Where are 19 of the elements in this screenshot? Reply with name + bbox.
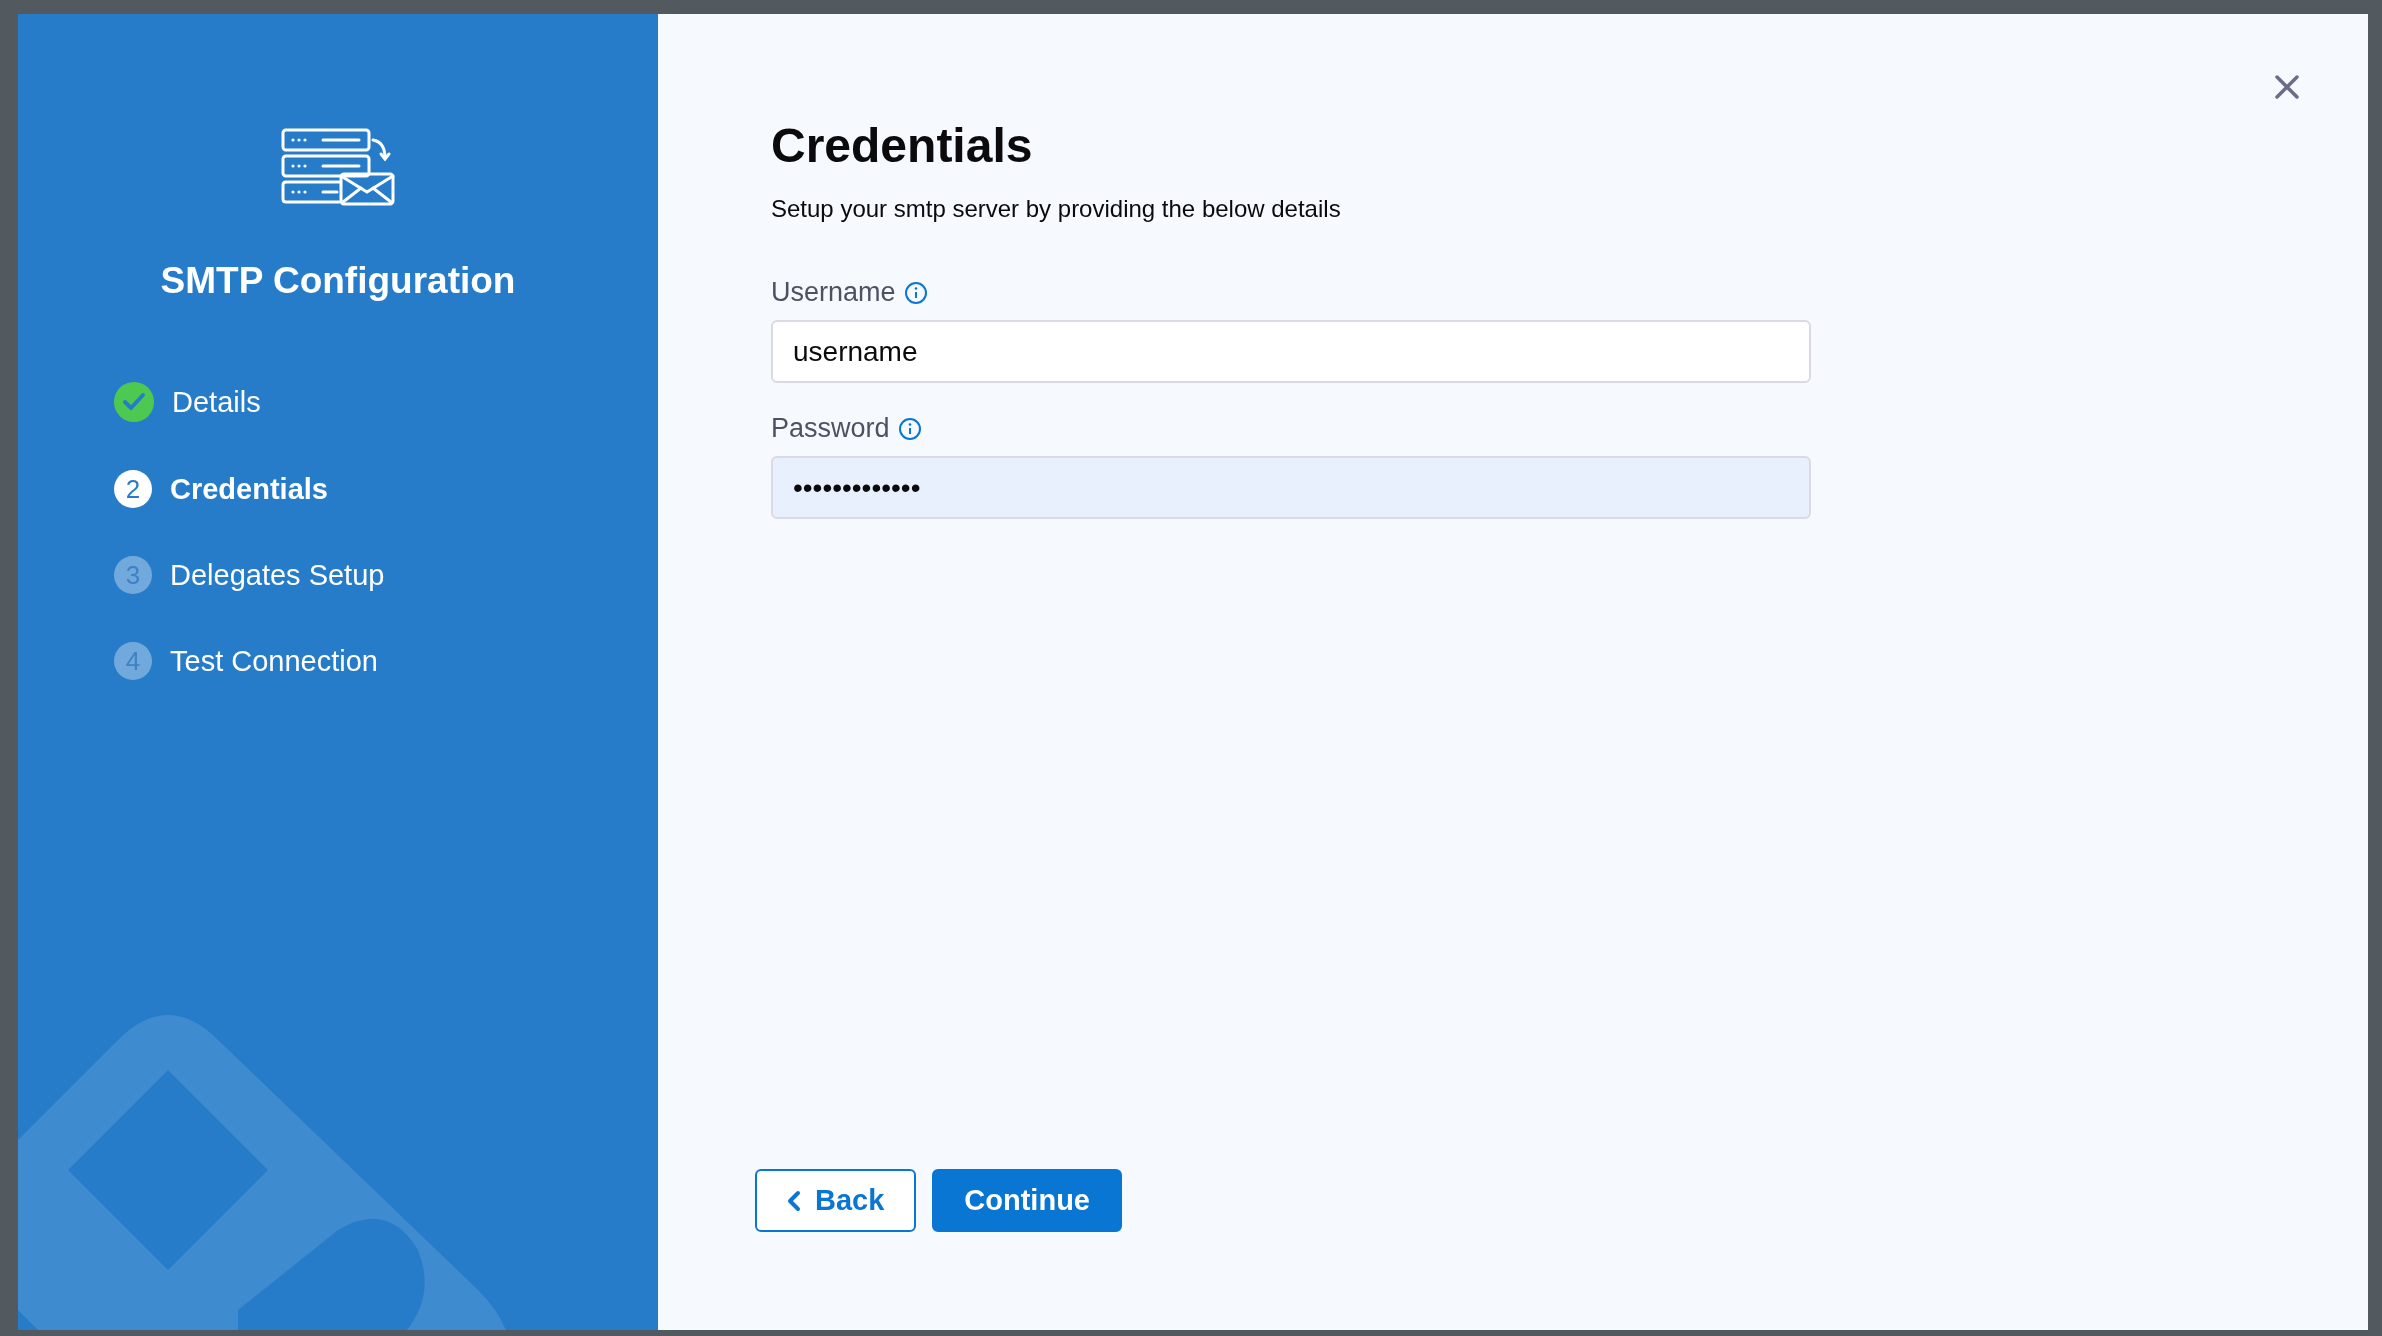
info-icon[interactable] <box>903 280 928 305</box>
field-label: Username <box>771 277 896 308</box>
step-label[interactable]: Delegates Setup <box>170 558 385 592</box>
sidebar-title: SMTP Configuration <box>160 260 516 302</box>
input-field[interactable]: ••••••••••••• <box>771 456 1811 519</box>
mail-server-icon <box>281 128 395 206</box>
step-label[interactable]: Details <box>172 385 261 419</box>
field-label: Password <box>771 413 890 444</box>
back-button[interactable]: Back <box>755 1169 917 1232</box>
info-icon[interactable] <box>897 416 922 441</box>
step-number: 2 <box>114 470 152 508</box>
close-icon[interactable] <box>2274 74 2300 100</box>
chevron-left-icon <box>787 1189 801 1212</box>
step-label[interactable]: Credentials <box>170 472 328 506</box>
continue-button[interactable]: Continue <box>932 1169 1122 1232</box>
input-field[interactable]: username <box>771 320 1811 383</box>
form-title: Credentials <box>771 118 1034 173</box>
step-label[interactable]: Test Connection <box>170 644 378 678</box>
form-subtitle: Setup your smtp server by providing the below details <box>771 195 1342 223</box>
